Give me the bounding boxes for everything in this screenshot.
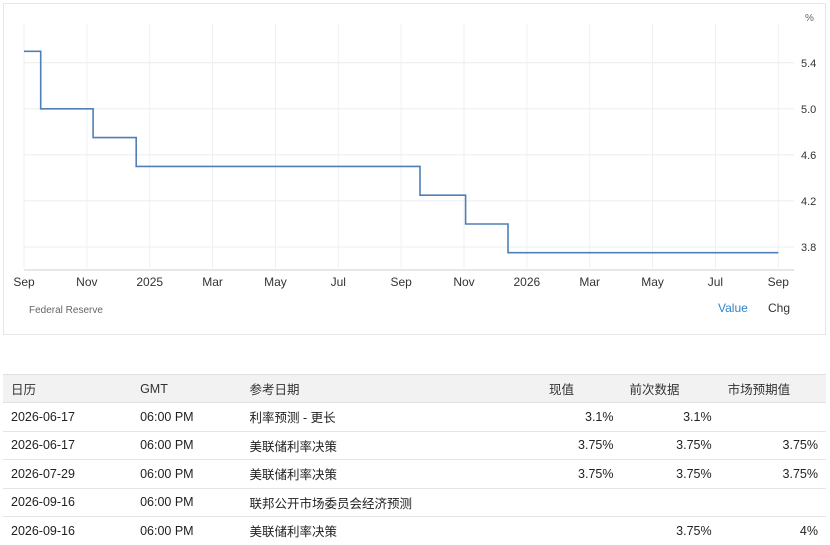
cell-time: 06:00 PM bbox=[132, 516, 242, 545]
cell-event[interactable]: 美联储利率决策 bbox=[241, 516, 541, 545]
y-unit-label: % bbox=[805, 13, 814, 24]
rate-chart: 5.4 5.0 4.6 4.2 3.8% Sep Nov 2025 Mar May Jul Sep No… bbox=[13, 13, 816, 289]
cell-time: 06:00 PM bbox=[132, 402, 242, 432]
x-tick-label: Mar bbox=[202, 275, 223, 289]
x-tick-label: Sep bbox=[768, 275, 790, 289]
header-gmt[interactable]: GMT bbox=[132, 374, 242, 403]
chart-source: Federal Reserve bbox=[29, 305, 103, 316]
cell-previous: 3.1% bbox=[621, 402, 720, 432]
cell-previous: 3.75% bbox=[621, 459, 720, 489]
x-tick-label: Nov bbox=[453, 275, 474, 289]
cell-date: 2026-09-16 bbox=[3, 516, 133, 545]
cell-time: 06:00 PM bbox=[132, 431, 242, 460]
cell-event[interactable]: 利率预测 - 更长 bbox=[241, 402, 541, 432]
chg-toggle[interactable]: Chg bbox=[768, 301, 790, 315]
y-tick-label: 4.2 bbox=[801, 196, 816, 208]
table-row: 2026-07-29 06:00 PM 美联储利率决策 3.75% 3.75% … bbox=[3, 459, 826, 489]
table-header-row: 日历 GMT 参考日期 现值 前次数据 市场预期值 bbox=[3, 374, 826, 403]
header-actual[interactable]: 现值 bbox=[540, 374, 622, 403]
y-tick-label: 5.0 bbox=[801, 104, 816, 116]
chart-panel: 5.4 5.0 4.6 4.2 3.8% Sep Nov 2025 Mar May Jul Sep No… bbox=[3, 3, 826, 335]
cell-date: 2026-06-17 bbox=[3, 431, 133, 460]
table-row: 2026-09-16 06:00 PM 美联储利率决策 3.75% 4% bbox=[3, 516, 826, 545]
value-toggle[interactable]: Value bbox=[718, 301, 748, 315]
table-row: 2026-09-16 06:00 PM 联邦公开市场委员会经济预测 bbox=[3, 488, 826, 517]
x-tick-label: Jul bbox=[331, 275, 346, 289]
cell-event[interactable]: 美联储利率决策 bbox=[241, 431, 541, 460]
cell-event[interactable]: 联邦公开市场委员会经济预测 bbox=[241, 488, 541, 517]
x-tick-label: Nov bbox=[76, 275, 97, 289]
table-row: 2026-06-17 06:00 PM 利率预测 - 更长 3.1% 3.1% bbox=[3, 402, 826, 432]
x-tick-label: May bbox=[264, 275, 287, 289]
cell-actual: 3.75% bbox=[540, 459, 622, 489]
x-tick-label: May bbox=[641, 275, 664, 289]
x-tick-label: Sep bbox=[13, 275, 35, 289]
cell-time: 06:00 PM bbox=[132, 488, 242, 517]
cell-date: 2026-07-29 bbox=[3, 459, 133, 489]
x-tick-label: 2025 bbox=[136, 275, 163, 289]
cell-actual bbox=[540, 488, 622, 517]
header-calendar[interactable]: 日历 bbox=[3, 374, 133, 403]
table-row: 2026-06-17 06:00 PM 美联储利率决策 3.75% 3.75% … bbox=[3, 431, 826, 460]
y-tick-label: 4.6 bbox=[801, 150, 816, 162]
header-consensus[interactable]: 市场预期值 bbox=[719, 374, 826, 403]
header-previous[interactable]: 前次数据 bbox=[621, 374, 720, 403]
cell-time: 06:00 PM bbox=[132, 459, 242, 489]
cell-actual bbox=[540, 516, 622, 545]
cell-event[interactable]: 美联储利率决策 bbox=[241, 459, 541, 489]
cell-actual: 3.75% bbox=[540, 431, 622, 460]
cell-previous: 3.75% bbox=[621, 516, 720, 545]
cell-previous: 3.75% bbox=[621, 431, 720, 460]
cell-date: 2026-06-17 bbox=[3, 402, 133, 432]
y-tick-label: 5.4 bbox=[801, 58, 816, 70]
x-tick-label: 2026 bbox=[514, 275, 541, 289]
x-tick-label: Sep bbox=[390, 275, 412, 289]
cell-consensus: 4% bbox=[719, 516, 826, 545]
cell-consensus bbox=[719, 488, 826, 517]
cell-consensus: 3.75% bbox=[719, 431, 826, 460]
cell-consensus bbox=[719, 402, 826, 432]
x-tick-label: Mar bbox=[579, 275, 600, 289]
cell-previous bbox=[621, 488, 720, 517]
cell-date: 2026-09-16 bbox=[3, 488, 133, 517]
cell-actual: 3.1% bbox=[540, 402, 622, 432]
cell-consensus: 3.75% bbox=[719, 459, 826, 489]
calendar-table: 日历 GMT 参考日期 现值 前次数据 市场预期值 2026-06-17 06:… bbox=[3, 374, 826, 545]
y-tick-label: 3.8 bbox=[801, 242, 816, 254]
header-reference[interactable]: 参考日期 bbox=[241, 374, 541, 403]
x-tick-label: Jul bbox=[708, 275, 723, 289]
